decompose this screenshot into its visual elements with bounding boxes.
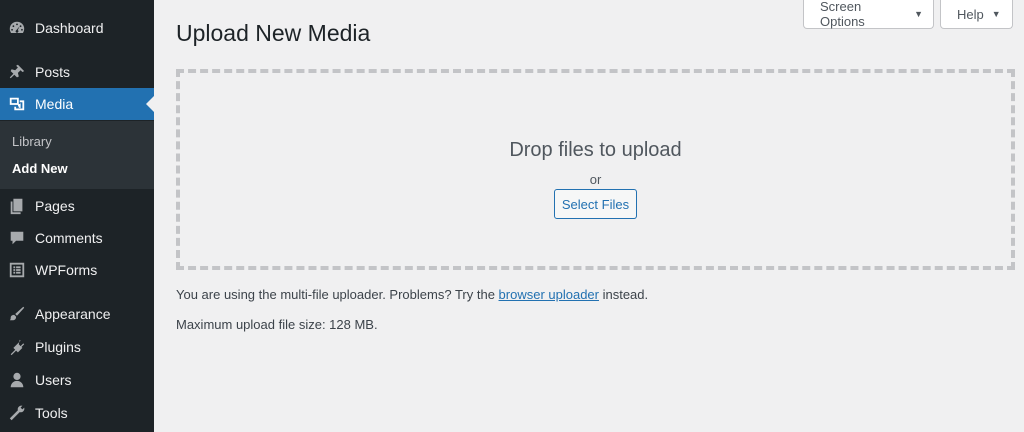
- sidebar-item-posts[interactable]: Posts: [0, 56, 154, 88]
- user-icon: [8, 371, 26, 389]
- uploader-info: You are using the multi-file uploader. P…: [176, 287, 648, 302]
- sidebar-item-label: Posts: [35, 64, 71, 80]
- help-button[interactable]: Help ▼: [940, 0, 1013, 29]
- plugin-icon: [8, 338, 26, 356]
- dashboard-icon: [8, 19, 26, 37]
- sidebar-item-label: Pages: [35, 198, 75, 214]
- page-title: Upload New Media: [176, 20, 371, 46]
- uploader-text-end: instead.: [598, 287, 649, 302]
- sidebar-item-tools[interactable]: Tools: [0, 397, 154, 429]
- form-icon: [8, 261, 26, 279]
- sidebar-item-pages[interactable]: Pages: [0, 190, 154, 222]
- uploader-text: You are using the multi-file uploader. P…: [176, 287, 499, 302]
- sidebar-item-dashboard[interactable]: Dashboard: [0, 12, 154, 44]
- max-upload-size: Maximum upload file size: 128 MB.: [176, 317, 378, 332]
- upload-drop-zone[interactable]: Drop files to upload or Select Files: [176, 69, 1015, 270]
- sidebar-item-wpforms[interactable]: WPForms: [0, 254, 154, 286]
- pages-icon: [8, 197, 26, 215]
- sidebar-item-label: Users: [35, 372, 72, 388]
- dropdown-arrow-icon: ▼: [914, 9, 923, 19]
- sidebar-item-appearance[interactable]: Appearance: [0, 298, 154, 330]
- submenu-item-add-new[interactable]: Add New: [12, 161, 68, 176]
- sidebar-item-users[interactable]: Users: [0, 364, 154, 396]
- media-submenu: Library Add New: [0, 121, 154, 189]
- dropdown-arrow-icon: ▼: [991, 9, 1001, 19]
- browser-uploader-link[interactable]: browser uploader: [499, 287, 599, 302]
- sidebar-item-label: Tools: [35, 405, 68, 421]
- sidebar-item-plugins[interactable]: Plugins: [0, 331, 154, 363]
- or-separator: or: [589, 172, 602, 187]
- screen-options-label: Screen Options: [820, 0, 865, 29]
- screen-options-button[interactable]: Screen Options ▼: [803, 0, 934, 29]
- help-label: Help: [957, 6, 984, 22]
- admin-sidebar: Dashboard Posts Media Library Add New Pa…: [0, 0, 154, 432]
- sidebar-item-comments[interactable]: Comments: [0, 222, 154, 254]
- sidebar-item-label: WPForms: [35, 262, 98, 278]
- sidebar-item-label: Dashboard: [35, 20, 104, 36]
- sidebar-item-media[interactable]: Media: [0, 88, 154, 120]
- pushpin-icon: [8, 63, 26, 81]
- sidebar-item-label: Comments: [35, 230, 103, 246]
- sidebar-item-label: Appearance: [35, 306, 111, 322]
- wrench-icon: [8, 404, 26, 422]
- sidebar-item-label: Media: [35, 96, 74, 112]
- sidebar-item-label: Plugins: [35, 339, 81, 355]
- media-icon: [8, 95, 26, 113]
- select-files-button[interactable]: Select Files: [554, 189, 637, 219]
- drop-files-text: Drop files to upload: [509, 139, 682, 161]
- submenu-item-library[interactable]: Library: [12, 134, 52, 149]
- comment-icon: [8, 229, 26, 247]
- paintbrush-icon: [8, 305, 26, 323]
